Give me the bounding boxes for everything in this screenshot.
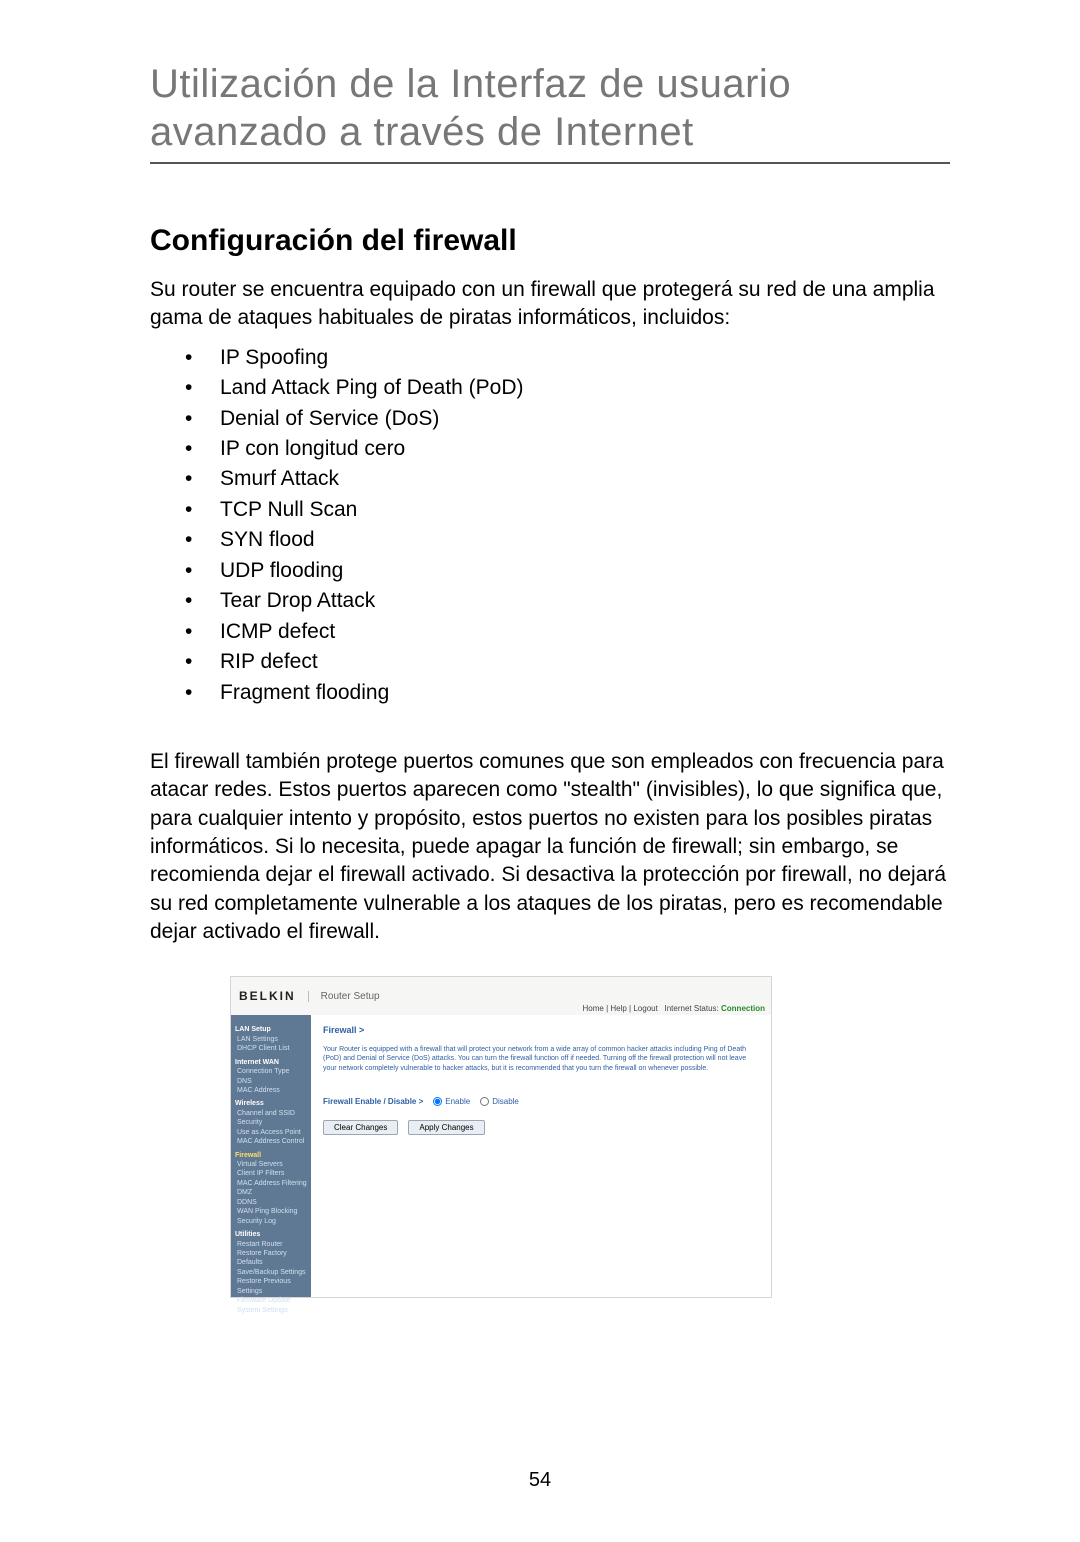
list-item: RIP defect	[150, 647, 950, 677]
sidebar-item[interactable]: Restart Router	[235, 1240, 307, 1249]
sidebar-item[interactable]: DDNS	[235, 1198, 307, 1207]
radio-disable-input[interactable]	[480, 1097, 489, 1106]
sidebar-item[interactable]: MAC Address Control	[235, 1137, 307, 1146]
link-help[interactable]: Help	[610, 1004, 626, 1013]
link-logout[interactable]: Logout	[633, 1004, 657, 1013]
list-item: TCP Null Scan	[150, 495, 950, 525]
router-screenshot: BELKIN Router Setup Home | Help | Logout…	[230, 976, 772, 1298]
sidebar-item[interactable]: Client IP Filters	[235, 1169, 307, 1178]
sidebar-item[interactable]: Save/Backup Settings	[235, 1268, 307, 1277]
list-item: IP Spoofing	[150, 343, 950, 373]
page-title: Utilización de la Interfaz de usuario av…	[150, 60, 950, 164]
sidebar-item[interactable]: MAC Address	[235, 1086, 307, 1095]
section-heading: Configuración del firewall	[150, 224, 950, 258]
radio-disable-text: Disable	[492, 1097, 519, 1106]
sidebar-item[interactable]: LAN Settings	[235, 1035, 307, 1044]
sidebar-item[interactable]: Virtual Servers	[235, 1160, 307, 1169]
sidebar-item[interactable]: Security Log	[235, 1217, 307, 1226]
radio-enable-input[interactable]	[433, 1097, 442, 1106]
sidebar-item[interactable]: DMZ	[235, 1188, 307, 1197]
list-item: ICMP defect	[150, 617, 950, 647]
sidebar-item[interactable]: Use as Access Point	[235, 1128, 307, 1137]
firewall-desc: Your Router is equipped with a firewall …	[323, 1045, 753, 1072]
radio-enable[interactable]: Enable	[433, 1097, 470, 1106]
sidebar-item[interactable]: Connection Type	[235, 1067, 307, 1076]
sidebar-item[interactable]: Security	[235, 1118, 307, 1127]
list-item: IP con longitud cero	[150, 434, 950, 464]
brand-logo: BELKIN	[239, 989, 296, 1003]
apply-button[interactable]: Apply Changes	[408, 1120, 484, 1135]
sidebar-item[interactable]: MAC Address Filtering	[235, 1179, 307, 1188]
sidebar-item[interactable]: Firmware Update	[235, 1296, 307, 1305]
sidebar-group: Internet WAN	[235, 1058, 307, 1067]
page-number: 54	[0, 1469, 1080, 1492]
list-item: Land Attack Ping of Death (PoD)	[150, 373, 950, 403]
router-sidebar: LAN Setup LAN Settings DHCP Client List …	[231, 1015, 311, 1297]
sidebar-item[interactable]: DHCP Client List	[235, 1044, 307, 1053]
status-value: Connection	[721, 1004, 765, 1013]
radio-enable-text: Enable	[445, 1097, 470, 1106]
sidebar-item[interactable]: DNS	[235, 1077, 307, 1086]
attack-list: IP Spoofing Land Attack Ping of Death (P…	[150, 343, 950, 708]
toggle-label: Firewall Enable / Disable >	[323, 1097, 423, 1106]
sidebar-group: LAN Setup	[235, 1025, 307, 1034]
top-links: Home | Help | Logout Internet Status: Co…	[583, 1004, 766, 1013]
sidebar-item[interactable]: WAN Ping Blocking	[235, 1207, 307, 1216]
sidebar-item[interactable]: System Settings	[235, 1306, 307, 1315]
sidebar-group: Utilities	[235, 1230, 307, 1239]
sidebar-group: Wireless	[235, 1099, 307, 1108]
list-item: Smurf Attack	[150, 464, 950, 494]
intro-paragraph: Su router se encuentra equipado con un f…	[150, 276, 950, 333]
list-item: Tear Drop Attack	[150, 586, 950, 616]
status-label: Internet Status:	[665, 1004, 719, 1013]
list-item: Fragment flooding	[150, 678, 950, 708]
link-home[interactable]: Home	[583, 1004, 604, 1013]
sidebar-item[interactable]: Restore Factory Defaults	[235, 1249, 307, 1268]
sidebar-item[interactable]: Channel and SSID	[235, 1109, 307, 1118]
sidebar-item[interactable]: Restore Previous Settings	[235, 1277, 307, 1296]
clear-button[interactable]: Clear Changes	[323, 1120, 398, 1135]
sidebar-group-selected[interactable]: Firewall	[235, 1151, 307, 1160]
desc-paragraph: El firewall también protege puertos comu…	[150, 748, 950, 946]
list-item: Denial of Service (DoS)	[150, 404, 950, 434]
list-item: UDP flooding	[150, 556, 950, 586]
breadcrumb: Firewall >	[323, 1025, 759, 1035]
router-subtitle: Router Setup	[308, 991, 380, 1002]
list-item: SYN flood	[150, 525, 950, 555]
radio-disable[interactable]: Disable	[480, 1097, 519, 1106]
